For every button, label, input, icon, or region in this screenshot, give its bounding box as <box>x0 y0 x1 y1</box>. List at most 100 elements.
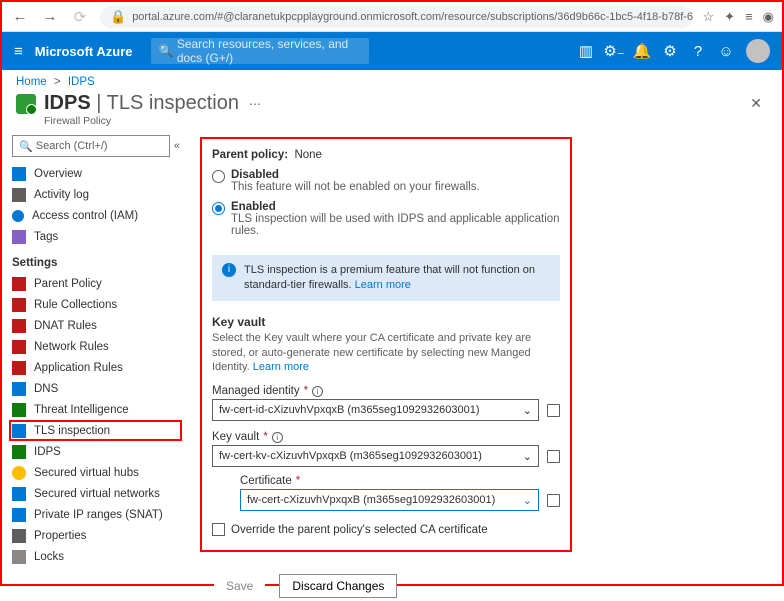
learn-more-link[interactable]: Learn more <box>355 279 411 291</box>
extension-icon[interactable]: ✦ <box>724 9 735 25</box>
sidebar-item-label: Tags <box>34 231 58 243</box>
avatar[interactable] <box>746 39 770 63</box>
settings-icon[interactable]: ⚙ <box>656 42 684 60</box>
ov-icon <box>12 167 26 181</box>
sidebar-item-label: Network Rules <box>34 341 109 353</box>
sidebar-item-network-rules[interactable]: Network Rules <box>12 336 180 357</box>
notifications-icon[interactable]: 🔔 <box>628 42 656 60</box>
prop-icon <box>12 529 26 543</box>
copy-icon[interactable] <box>547 450 560 463</box>
sidebar-item-secured-virtual-networks[interactable]: Secured virtual networks <box>12 483 180 504</box>
discard-button[interactable]: Discard Changes <box>279 574 397 598</box>
rc-icon <box>12 298 26 312</box>
filter-icon[interactable]: ⚙₋ <box>600 42 628 60</box>
iam-icon <box>12 210 24 222</box>
info-icon[interactable]: i <box>312 386 323 397</box>
radio-disabled-sub: This feature will not be enabled on your… <box>231 181 480 193</box>
radio-enabled[interactable]: Enabled TLS inspection will be used with… <box>212 201 560 237</box>
certificate-select[interactable]: fw-cert-cXizuvhVpxqxB (m365seg1092932603… <box>240 489 539 511</box>
search-icon: 🔍 <box>159 44 174 58</box>
help-icon[interactable]: ? <box>684 43 712 60</box>
sidebar-item-label: Rule Collections <box>34 299 117 311</box>
url-bar[interactable]: 🔒 portal.azure.com/#@claranetukpcpplaygr… <box>100 6 693 28</box>
browser-toolbar: ← → ⟳ 🔒 portal.azure.com/#@claranetukpcp… <box>2 2 782 32</box>
sidebar-item-label: Access control (IAM) <box>32 210 138 222</box>
radio-icon <box>212 170 225 183</box>
managed-identity-label: Managed identity*i <box>212 385 560 397</box>
sidebar-item-label: Secured virtual hubs <box>34 467 139 479</box>
lock-icon: 🔒 <box>110 9 126 25</box>
sidebar-item-access-control-iam-[interactable]: Access control (IAM) <box>12 205 180 226</box>
managed-identity-select[interactable]: fw-cert-id-cXizuvhVpxqxB (m365seg1092932… <box>212 399 539 421</box>
sidebar-item-properties[interactable]: Properties <box>12 525 180 546</box>
svh-icon <box>12 466 26 480</box>
sidebar-item-activity-log[interactable]: Activity log <box>12 184 180 205</box>
content-pane: Parent policy: None Disabled This featur… <box>186 131 782 601</box>
svn-icon <box>12 487 26 501</box>
keyvault-select[interactable]: fw-cert-kv-cXizuvhVpxqxB (m365seg1092932… <box>212 445 539 467</box>
sidebar-item-threat-intelligence[interactable]: Threat Intelligence <box>12 399 180 420</box>
reading-list-icon[interactable]: ≡ <box>745 9 753 24</box>
browser-reload-icon[interactable]: ⟳ <box>70 8 90 26</box>
cloud-shell-icon[interactable]: ▥ <box>572 42 600 60</box>
dnat-icon <box>12 319 26 333</box>
sidebar-item-idps[interactable]: IDPS <box>12 441 180 462</box>
close-blade-icon[interactable]: ✕ <box>750 95 768 112</box>
tls-icon <box>12 424 26 438</box>
sidebar-item-secured-virtual-hubs[interactable]: Secured virtual hubs <box>12 462 180 483</box>
dns-icon <box>12 382 26 396</box>
browser-forward-icon[interactable]: → <box>40 8 60 25</box>
sidebar-item-dns[interactable]: DNS <box>12 378 180 399</box>
keyvault-description: Select the Key vault where your CA certi… <box>212 331 560 376</box>
ti-icon <box>12 403 26 417</box>
sidebar-item-locks[interactable]: Locks <box>12 546 180 567</box>
sidebar-item-label: Application Rules <box>34 362 123 374</box>
radio-disabled[interactable]: Disabled This feature will not be enable… <box>212 169 560 193</box>
learn-more-link[interactable]: Learn more <box>253 361 309 373</box>
radio-disabled-title: Disabled <box>231 169 279 181</box>
global-search-input[interactable]: 🔍 Search resources, services, and docs (… <box>151 38 370 64</box>
feedback-icon[interactable]: ☺ <box>712 43 740 60</box>
tls-inspection-panel: Parent policy: None Disabled This featur… <box>200 137 572 552</box>
hamburger-icon[interactable]: ≡ <box>14 43 23 60</box>
sidebar-item-tags[interactable]: Tags <box>12 226 180 247</box>
copy-icon[interactable] <box>547 494 560 507</box>
collapse-sidebar-icon[interactable]: « <box>174 140 180 152</box>
sidebar-search-input[interactable]: 🔍 Search (Ctrl+/) <box>12 135 170 157</box>
tag-icon <box>12 230 26 244</box>
more-actions-icon[interactable]: ⋯ <box>249 97 263 111</box>
star-icon[interactable]: ☆ <box>703 9 715 25</box>
azure-header: ≡ Microsoft Azure 🔍 Search resources, se… <box>2 32 782 70</box>
save-button[interactable]: Save <box>214 574 265 598</box>
info-icon[interactable]: i <box>272 432 283 443</box>
sidebar-item-label: DNS <box>34 383 58 395</box>
sidebar-item-label: TLS inspection <box>34 425 110 437</box>
pip-icon <box>12 508 26 522</box>
breadcrumb-home[interactable]: Home <box>16 76 47 88</box>
chevron-down-icon: ⌄ <box>523 450 532 463</box>
override-label: Override the parent policy's selected CA… <box>231 524 488 536</box>
sidebar-item-parent-policy[interactable]: Parent Policy <box>12 273 180 294</box>
sidebar-item-application-rules[interactable]: Application Rules <box>12 357 180 378</box>
sidebar-item-label: Private IP ranges (SNAT) <box>34 509 163 521</box>
breadcrumb-current[interactable]: IDPS <box>68 76 95 88</box>
ar-icon <box>12 361 26 375</box>
nr-icon <box>12 340 26 354</box>
override-checkbox-row[interactable]: Override the parent policy's selected CA… <box>212 523 560 536</box>
checkbox-icon <box>212 523 225 536</box>
sidebar-item-label: Threat Intelligence <box>34 404 129 416</box>
sidebar-item-overview[interactable]: Overview <box>12 163 180 184</box>
page-title: IDPS | TLS inspection <box>44 92 239 115</box>
profile-icon[interactable]: ◉ <box>763 9 774 25</box>
sidebar-item-rule-collections[interactable]: Rule Collections <box>12 294 180 315</box>
keyvault-heading: Key vault <box>212 315 560 329</box>
url-text: portal.azure.com/#@claranetukpcpplaygrou… <box>132 11 692 23</box>
sidebar-item-dnat-rules[interactable]: DNAT Rules <box>12 315 180 336</box>
sidebar-item-tls-inspection[interactable]: TLS inspection <box>9 420 182 441</box>
copy-icon[interactable] <box>547 404 560 417</box>
keyvault-field-label: Key vault*i <box>212 431 560 443</box>
certificate-label: Certificate* <box>240 475 560 487</box>
browser-back-icon[interactable]: ← <box>10 8 30 25</box>
log-icon <box>12 188 26 202</box>
sidebar-item-private-ip-ranges-snat-[interactable]: Private IP ranges (SNAT) <box>12 504 180 525</box>
